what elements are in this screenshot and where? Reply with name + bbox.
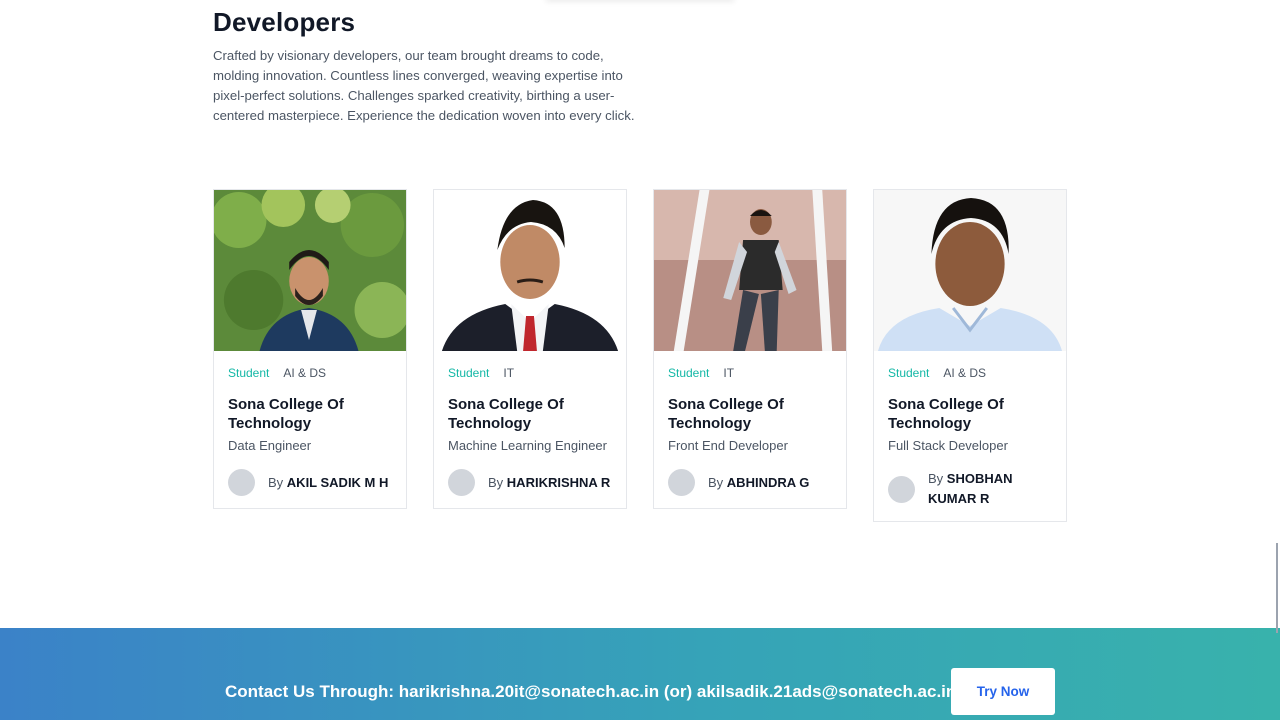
developer-department: AI & DS	[283, 366, 327, 380]
developer-position: Front End Developer	[668, 438, 788, 453]
author-line: By ABHINDRA G	[708, 473, 809, 493]
developer-author: By ABHINDRA G	[668, 469, 832, 496]
try-now-button[interactable]: Try Now	[951, 668, 1055, 715]
avatar	[228, 469, 255, 496]
developer-name: ABHINDRA G	[726, 474, 810, 490]
contact-text: Contact Us Through: harikrishna.20it@son…	[225, 682, 957, 701]
by-label: By	[928, 471, 944, 486]
developer-position: Machine Learning Engineer	[448, 438, 607, 453]
developer-name: AKIL SADIK M H	[286, 474, 389, 490]
developer-card[interactable]: Student IT Sona College Of Technology Ma…	[433, 189, 627, 509]
developer-position: Full Stack Developer	[888, 438, 1008, 453]
developer-author: By HARIKRISHNA R	[448, 469, 612, 496]
by-label: By	[488, 474, 504, 490]
by-label: By	[708, 474, 724, 490]
section-description: Crafted by visionary developers, our tea…	[213, 48, 635, 123]
developer-college: Sona College Of Technology	[228, 396, 344, 432]
contact-footer: Contact Us Through: harikrishna.20it@son…	[0, 628, 1280, 720]
by-label: By	[268, 474, 284, 490]
developer-photo	[214, 190, 406, 351]
developer-name: HARIKRISHNA R	[506, 474, 611, 490]
developer-photo	[434, 190, 626, 351]
developer-author: By SHOBHAN KUMAR R	[888, 469, 1052, 509]
developer-author: By AKIL SADIK M H	[228, 469, 392, 496]
developer-role: Student	[448, 366, 490, 380]
developer-college: Sona College Of Technology	[668, 396, 784, 432]
developer-role: Student	[228, 366, 270, 380]
developer-department: AI & DS	[943, 366, 987, 380]
developer-card[interactable]: Student AI & DS Sona College Of Technolo…	[213, 189, 407, 509]
developer-college: Sona College Of Technology	[888, 396, 1004, 432]
author-line: By HARIKRISHNA R	[488, 473, 610, 493]
developer-department: IT	[503, 366, 515, 380]
developer-photo	[654, 190, 846, 351]
developer-role: Student	[888, 366, 930, 380]
developer-department: IT	[723, 366, 735, 380]
developer-card[interactable]: Student IT Sona College Of Technology Fr…	[653, 189, 847, 509]
developer-photo	[874, 190, 1066, 351]
author-line: By SHOBHAN KUMAR R	[928, 469, 1038, 509]
scrollbar-thumb[interactable]	[1276, 543, 1278, 633]
developer-position: Data Engineer	[228, 438, 312, 453]
author-line: By AKIL SADIK M H	[268, 473, 388, 493]
developer-college: Sona College Of Technology	[448, 396, 564, 432]
developer-card[interactable]: Student AI & DS Sona College Of Technolo…	[873, 189, 1067, 522]
developer-role: Student	[668, 366, 710, 380]
avatar	[668, 469, 695, 496]
section-title: Developers	[213, 7, 356, 37]
avatar	[888, 475, 915, 503]
avatar	[448, 469, 475, 496]
